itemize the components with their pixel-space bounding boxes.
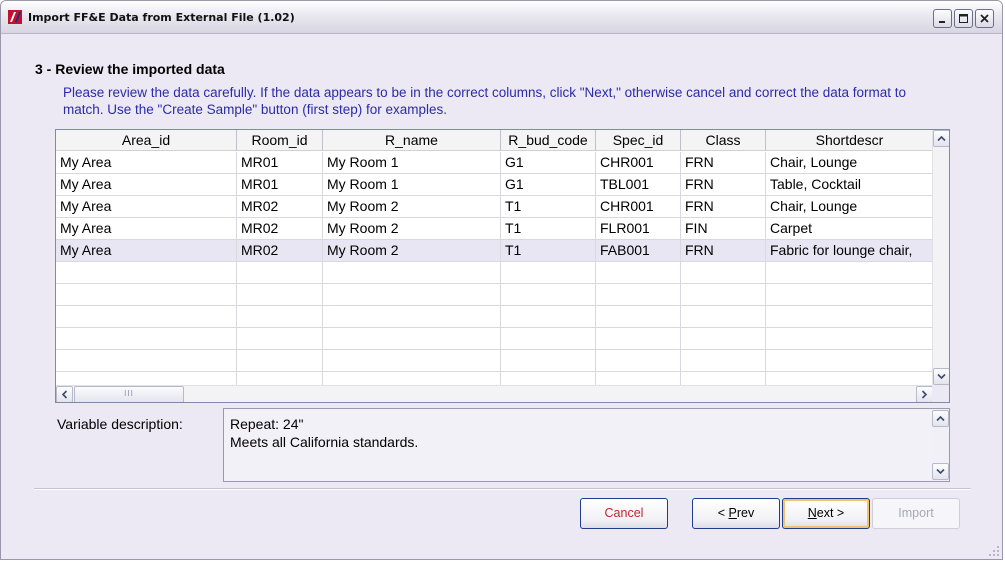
- step-title: 3 - Review the imported data: [35, 61, 225, 77]
- grid-vertical-scrollbar[interactable]: [932, 130, 949, 385]
- title-bar[interactable]: Import FF&E Data from External File (1.0…: [1, 1, 1002, 34]
- description-scroll-up-button[interactable]: [932, 410, 949, 427]
- cell-spec-id[interactable]: FLR001: [596, 218, 681, 240]
- cell-r-name[interactable]: My Room 1: [323, 152, 501, 174]
- cell-spec-id[interactable]: FAB001: [596, 240, 681, 262]
- arrow-up-icon: [937, 135, 946, 142]
- column-header-r-name[interactable]: R_name: [323, 130, 501, 151]
- cell-shortdescr[interactable]: Chair, Lounge: [766, 196, 933, 218]
- cell-class[interactable]: FRN: [681, 240, 766, 262]
- cancel-button[interactable]: Cancel: [580, 498, 668, 529]
- scroll-down-button[interactable]: [933, 368, 949, 385]
- instructions-text: Please review the data carefully. If the…: [63, 85, 907, 117]
- grid-header: Area_id Room_id R_name R_bud_code Spec_i…: [56, 130, 933, 151]
- empty-row: [56, 306, 933, 328]
- prev-button[interactable]: < Prev: [692, 498, 780, 529]
- cell-r-name[interactable]: My Room 1: [323, 174, 501, 196]
- cell-room-id[interactable]: MR02: [237, 218, 323, 240]
- next-label-rest: ext >: [816, 506, 845, 520]
- description-vertical-scrollbar[interactable]: [932, 409, 949, 481]
- prev-label-prefix: <: [717, 506, 729, 520]
- empty-row: [56, 284, 933, 306]
- window-title: Import FF&E Data from External File (1.0…: [28, 11, 295, 24]
- close-button[interactable]: [975, 9, 994, 28]
- cell-r-bud-code[interactable]: T1: [501, 196, 596, 218]
- table-row[interactable]: My Area MR01 My Room 1 G1 CHR001 FRN Cha…: [56, 152, 933, 174]
- imported-data-grid[interactable]: Area_id Room_id R_name R_bud_code Spec_i…: [55, 129, 950, 403]
- variable-description-label: Variable description:: [57, 416, 183, 432]
- description-scroll-down-button[interactable]: [932, 463, 949, 480]
- column-header-shortdescr[interactable]: Shortdescr: [766, 130, 933, 151]
- minimize-button[interactable]: [933, 9, 952, 28]
- variable-description-text: Repeat: 24" Meets all California standar…: [230, 416, 419, 450]
- cell-room-id[interactable]: MR02: [237, 240, 323, 262]
- grid-viewport: Area_id Room_id R_name R_bud_code Spec_i…: [56, 130, 933, 385]
- cell-spec-id[interactable]: TBL001: [596, 174, 681, 196]
- cell-class[interactable]: FRN: [681, 174, 766, 196]
- table-row[interactable]: My Area MR01 My Room 1 G1 TBL001 FRN Tab…: [56, 174, 933, 196]
- horizontal-scroll-thumb[interactable]: III: [74, 386, 184, 402]
- empty-row: [56, 262, 933, 284]
- ffe-app-icon: [8, 10, 22, 24]
- cell-shortdescr[interactable]: Carpet: [766, 218, 933, 240]
- empty-row: [56, 372, 933, 385]
- arrow-down-icon: [937, 373, 946, 380]
- cell-room-id[interactable]: MR02: [237, 196, 323, 218]
- prev-label-rest: rev: [736, 506, 755, 520]
- cell-area-id[interactable]: My Area: [56, 218, 237, 240]
- import-dialog-window: Import FF&E Data from External File (1.0…: [0, 0, 1003, 560]
- cell-r-bud-code[interactable]: G1: [501, 174, 596, 196]
- cell-room-id[interactable]: MR01: [237, 152, 323, 174]
- maximize-icon: [959, 14, 968, 23]
- cell-class[interactable]: FRN: [681, 196, 766, 218]
- column-header-r-bud-code[interactable]: R_bud_code: [501, 130, 596, 151]
- column-header-room-id[interactable]: Room_id: [237, 130, 323, 151]
- arrow-up-icon: [936, 415, 945, 422]
- cell-area-id[interactable]: My Area: [56, 196, 237, 218]
- cell-shortdescr[interactable]: Fabric for lounge chair,: [766, 240, 933, 262]
- cell-shortdescr[interactable]: Table, Cocktail: [766, 174, 933, 196]
- table-row[interactable]: My Area MR02 My Room 2 T1 FLR001 FIN Car…: [56, 218, 933, 240]
- cell-class[interactable]: FIN: [681, 218, 766, 240]
- close-icon: [980, 14, 989, 23]
- next-button[interactable]: Next >: [782, 498, 870, 529]
- cell-spec-id[interactable]: CHR001: [596, 196, 681, 218]
- arrow-left-icon: [61, 390, 68, 399]
- separator-line: [34, 488, 971, 490]
- grid-horizontal-scrollbar[interactable]: III: [56, 385, 933, 402]
- table-row[interactable]: My Area MR02 My Room 2 T1 CHR001 FRN Cha…: [56, 196, 933, 218]
- cell-area-id[interactable]: My Area: [56, 152, 237, 174]
- arrow-down-icon: [936, 468, 945, 475]
- cell-area-id[interactable]: My Area: [56, 240, 237, 262]
- arrow-right-icon: [921, 390, 928, 399]
- prev-label-mnemonic: P: [728, 506, 737, 520]
- empty-row: [56, 328, 933, 350]
- minimize-icon: [939, 21, 945, 23]
- next-label-mnemonic: N: [807, 506, 817, 520]
- import-button[interactable]: Import: [872, 498, 960, 529]
- table-row-selected[interactable]: My Area MR02 My Room 2 T1 FAB001 FRN Fab…: [56, 240, 933, 262]
- cell-class[interactable]: FRN: [681, 152, 766, 174]
- cell-spec-id[interactable]: CHR001: [596, 152, 681, 174]
- column-header-class[interactable]: Class: [681, 130, 766, 151]
- cell-room-id[interactable]: MR01: [237, 174, 323, 196]
- empty-row: [56, 350, 933, 372]
- cell-r-bud-code[interactable]: T1: [501, 240, 596, 262]
- cell-r-name[interactable]: My Room 2: [323, 240, 501, 262]
- cell-area-id[interactable]: My Area: [56, 174, 237, 196]
- scroll-up-button[interactable]: [933, 130, 949, 147]
- cell-r-name[interactable]: My Room 2: [323, 196, 501, 218]
- variable-description-box[interactable]: Repeat: 24" Meets all California standar…: [223, 408, 950, 482]
- cell-r-name[interactable]: My Room 2: [323, 218, 501, 240]
- column-header-area-id[interactable]: Area_id: [56, 130, 237, 151]
- scroll-corner: [932, 385, 949, 402]
- column-header-spec-id[interactable]: Spec_id: [596, 130, 681, 151]
- cell-shortdescr[interactable]: Chair, Lounge: [766, 152, 933, 174]
- scroll-left-button[interactable]: [56, 386, 73, 402]
- cell-r-bud-code[interactable]: T1: [501, 218, 596, 240]
- scroll-right-button[interactable]: [916, 386, 933, 402]
- resize-grip-icon[interactable]: [988, 545, 1000, 557]
- cell-r-bud-code[interactable]: G1: [501, 152, 596, 174]
- maximize-button[interactable]: [954, 9, 973, 28]
